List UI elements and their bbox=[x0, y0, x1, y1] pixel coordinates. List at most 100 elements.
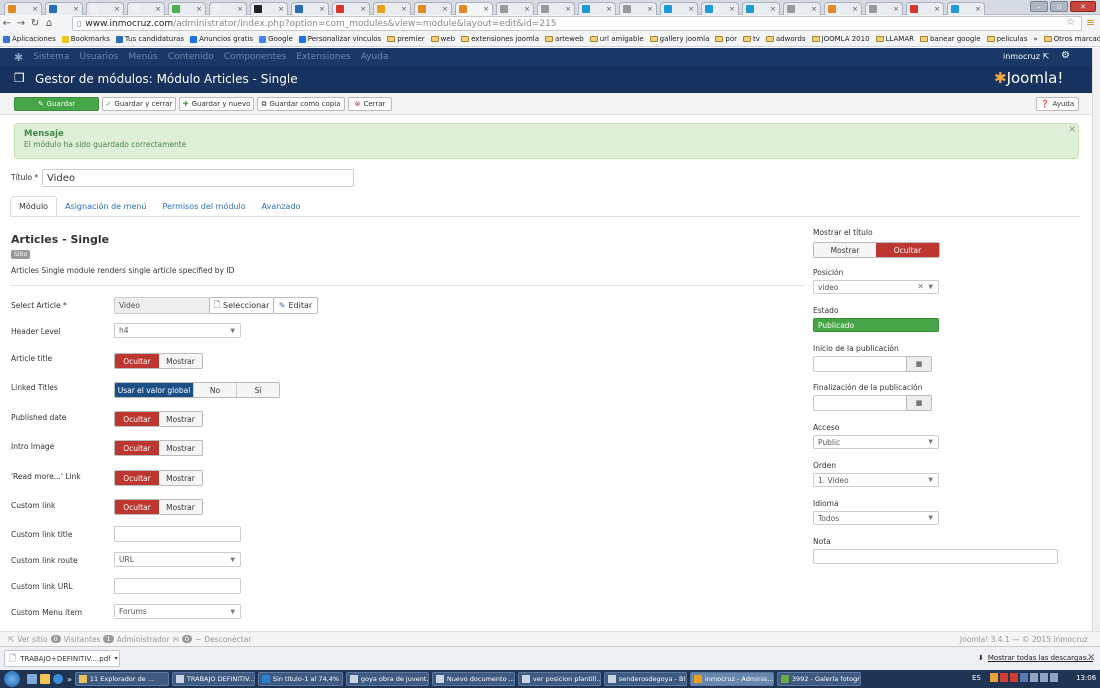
linked-titles-toggle[interactable]: Usar el valor global No Sí bbox=[114, 382, 280, 398]
user-menu[interactable]: inmocruz ⇱ bbox=[1003, 52, 1049, 61]
admin-menu-item[interactable]: Extensiones bbox=[296, 52, 350, 62]
bookmark-item[interactable]: Aplicaciones bbox=[3, 35, 56, 43]
admin-menu-item[interactable]: Usuarios bbox=[79, 52, 118, 62]
calendar-icon[interactable]: ▦ bbox=[906, 395, 932, 411]
custom-link-route-select[interactable]: URL ▼ bbox=[114, 552, 241, 567]
note-input[interactable] bbox=[813, 549, 1058, 564]
joomla-icon[interactable]: ✱ bbox=[14, 51, 23, 64]
tab-close-icon[interactable]: × bbox=[770, 5, 776, 13]
taskbar-item[interactable]: 3992 - Galería fotogr... bbox=[776, 672, 861, 686]
linked-titles-global[interactable]: Usar el valor global bbox=[115, 383, 193, 397]
intro-image-show[interactable]: Mostrar bbox=[159, 441, 202, 455]
minimize-icon[interactable]: – bbox=[1030, 1, 1048, 12]
taskbar-item[interactable]: goya obra de juvent... bbox=[345, 672, 429, 686]
publish-end-input[interactable] bbox=[813, 395, 907, 411]
bookmark-item[interactable]: Anuncios gratis bbox=[190, 35, 253, 43]
order-select[interactable]: 1. Video ▼ bbox=[813, 473, 939, 487]
tab-close-icon[interactable]: × bbox=[237, 5, 243, 13]
save-new-button[interactable]: ✚ Guardar y nuevo bbox=[179, 97, 254, 111]
browser-tab[interactable]: × bbox=[865, 2, 903, 15]
bookmarks-more-button[interactable]: » bbox=[1033, 35, 1037, 43]
tray-icon[interactable] bbox=[1050, 673, 1058, 682]
taskbar-item[interactable]: inmocruz - Adminis... bbox=[689, 672, 774, 686]
tab-close-icon[interactable]: × bbox=[73, 5, 79, 13]
browser-tab[interactable]: × bbox=[209, 2, 247, 15]
close-button[interactable]: ⊗ Cerrar bbox=[348, 97, 392, 111]
browser-tab[interactable]: × bbox=[783, 2, 821, 15]
tab-close-icon[interactable]: × bbox=[32, 5, 38, 13]
quick-launch-icon[interactable] bbox=[40, 674, 50, 684]
admin-menu-item[interactable]: Sistema bbox=[33, 52, 69, 62]
browser-tab[interactable]: × bbox=[496, 2, 534, 15]
tab-close-icon[interactable]: × bbox=[155, 5, 161, 13]
tray-clock[interactable]: 13:06 bbox=[1076, 674, 1096, 682]
reload-icon[interactable]: ↻ bbox=[28, 18, 42, 29]
browser-tab[interactable]: × bbox=[906, 2, 944, 15]
home-icon[interactable]: ⌂ bbox=[42, 18, 56, 29]
article-title-hide[interactable]: Ocultar bbox=[115, 354, 159, 368]
tray-icon[interactable] bbox=[1000, 673, 1008, 682]
browser-tab[interactable]: × bbox=[250, 2, 288, 15]
logout-link[interactable]: Desconectar bbox=[204, 635, 251, 644]
bookmark-item[interactable]: Bookmarks bbox=[61, 35, 110, 43]
linked-titles-no[interactable]: No bbox=[193, 383, 236, 397]
bookmark-item[interactable]: extensiones joomla bbox=[461, 35, 539, 43]
tab-close-icon[interactable]: × bbox=[278, 5, 284, 13]
tray-language[interactable]: ES bbox=[972, 674, 981, 682]
bookmark-item[interactable]: premier bbox=[387, 35, 425, 43]
tab-close-icon[interactable]: × bbox=[688, 5, 694, 13]
custom-link-show[interactable]: Mostrar bbox=[159, 500, 202, 514]
article-title-show[interactable]: Mostrar bbox=[159, 354, 202, 368]
module-tab[interactable]: Módulo bbox=[10, 196, 58, 217]
taskbar-item[interactable]: Nuevo documento ... bbox=[431, 672, 515, 686]
module-tab[interactable]: Permisos del módulo bbox=[155, 196, 254, 217]
browser-tab[interactable]: × bbox=[578, 2, 616, 15]
publish-start-input[interactable] bbox=[813, 356, 907, 372]
save-button[interactable]: ✎ Guardar bbox=[14, 97, 99, 111]
quick-launch-icon[interactable] bbox=[27, 674, 37, 684]
browser-tab[interactable]: × bbox=[414, 2, 452, 15]
tab-close-icon[interactable]: × bbox=[442, 5, 448, 13]
published-date-toggle[interactable]: Ocultar Mostrar bbox=[114, 411, 203, 427]
status-select[interactable]: Publicado bbox=[813, 318, 939, 332]
window-close-icon[interactable]: ✕ bbox=[1070, 1, 1096, 12]
show-title-hide[interactable]: Ocultar bbox=[876, 243, 939, 257]
tray-icon[interactable] bbox=[1020, 673, 1028, 682]
bookmark-item[interactable]: url amigable bbox=[589, 35, 644, 43]
admin-menu-item[interactable]: Componentes bbox=[224, 52, 286, 62]
tab-close-icon[interactable]: × bbox=[975, 5, 981, 13]
tab-close-icon[interactable]: × bbox=[893, 5, 899, 13]
tab-close-icon[interactable]: × bbox=[934, 5, 940, 13]
browser-tab[interactable]: × bbox=[127, 2, 165, 15]
browser-tab[interactable]: × bbox=[824, 2, 862, 15]
browser-tab[interactable]: × bbox=[45, 2, 83, 15]
admin-menu-item[interactable]: Ayuda bbox=[361, 52, 389, 62]
admin-menu-item[interactable]: Menús bbox=[128, 52, 157, 62]
download-bar-close-icon[interactable]: × bbox=[1087, 652, 1095, 663]
bookmark-item[interactable]: tv bbox=[743, 35, 760, 43]
bookmark-item[interactable]: banear google bbox=[919, 35, 981, 43]
article-title-toggle[interactable]: Ocultar Mostrar bbox=[114, 353, 203, 369]
select-article-button[interactable]: 🗋 Seleccionar bbox=[209, 297, 274, 314]
language-select[interactable]: Todos ▼ bbox=[813, 511, 939, 525]
read-more-toggle[interactable]: Ocultar Mostrar bbox=[114, 470, 203, 486]
tab-close-icon[interactable]: × bbox=[319, 5, 325, 13]
menu-icon[interactable]: ≡ bbox=[1086, 16, 1095, 29]
bookmark-item[interactable]: Personalizar vínculos bbox=[298, 35, 381, 43]
admin-menu-item[interactable]: Contenido bbox=[168, 52, 214, 62]
view-site-link[interactable]: Ver sitio bbox=[17, 635, 47, 644]
save-close-button[interactable]: ✓ Guardar y cerrar bbox=[102, 97, 176, 111]
bookmark-item[interactable]: Tus candidaturas bbox=[115, 35, 184, 43]
tab-close-icon[interactable]: × bbox=[196, 5, 202, 13]
custom-link-url-input[interactable] bbox=[114, 578, 241, 594]
start-button[interactable] bbox=[4, 671, 20, 687]
taskbar-item[interactable]: senderosdegoya - Bl... bbox=[603, 672, 687, 686]
page-scrollbar[interactable] bbox=[1092, 48, 1100, 645]
tab-close-icon[interactable]: × bbox=[524, 5, 530, 13]
star-icon[interactable]: ☆ bbox=[1066, 17, 1075, 28]
bookmark-item[interactable]: arteweb bbox=[545, 35, 584, 43]
clear-icon[interactable]: ✕ bbox=[917, 282, 924, 291]
browser-tab[interactable]: × bbox=[947, 2, 985, 15]
tray-icon[interactable] bbox=[1010, 673, 1018, 682]
published-date-show[interactable]: Mostrar bbox=[159, 412, 202, 426]
